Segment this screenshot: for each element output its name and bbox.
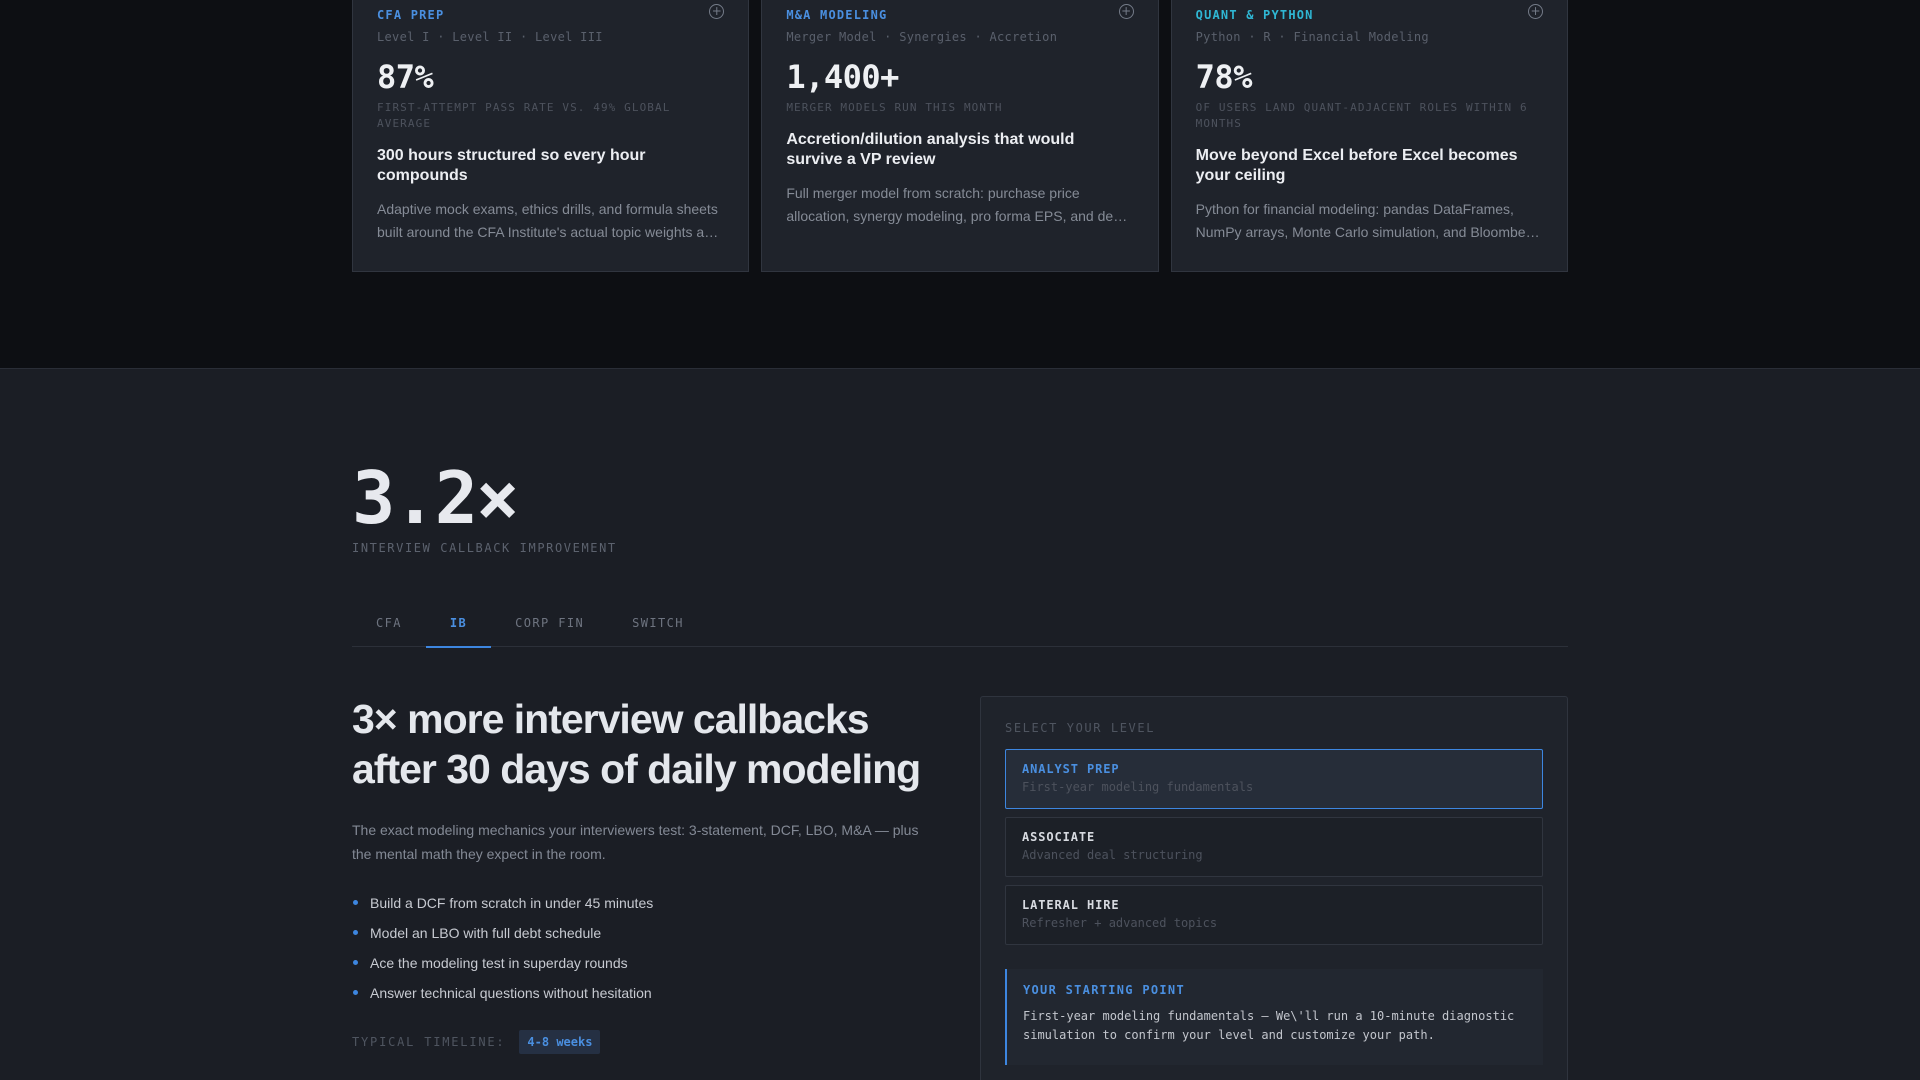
level-selector-panel: SELECT YOUR LEVEL ANALYST PREP First-yea…: [980, 696, 1568, 1080]
plus-circle-icon[interactable]: +: [1118, 4, 1134, 19]
card-ma-modeling[interactable]: + M&A MODELING Merger Model · Synergies …: [761, 0, 1159, 272]
tab-switch[interactable]: SWITCH: [608, 604, 708, 647]
level-description: Advanced deal structuring: [1022, 848, 1203, 862]
track-tabs: CFA IB CORP FIN SWITCH: [352, 604, 1568, 648]
callback-metric-value: 3.2×: [352, 456, 519, 540]
list-item: Model an LBO with full debt schedule: [352, 918, 653, 948]
card-title: Accretion/dilution analysis that would s…: [786, 131, 1075, 168]
top-band: + CFA PREP Level I · Level II · Level II…: [0, 0, 1920, 369]
tab-cfa[interactable]: CFA: [352, 604, 426, 647]
card-tag: M&A MODELING: [786, 8, 888, 22]
card-stat: 87%: [377, 58, 434, 96]
timeline-label: TYPICAL TIMELINE:: [352, 1035, 506, 1049]
card-cfa-prep[interactable]: + CFA PREP Level I · Level II · Level II…: [352, 0, 750, 272]
card-stat: 1,400+: [786, 58, 899, 96]
starting-point-text: First-year modeling fundamentals — We\'l…: [1023, 1009, 1515, 1042]
level-option-associate[interactable]: ASSOCIATE Advanced deal structuring: [1005, 817, 1543, 877]
level-name: LATERAL HIRE: [1022, 898, 1120, 912]
card-subtitle: Level I · Level II · Level III: [377, 30, 603, 44]
starting-point-callout: YOUR STARTING POINT First-year modeling …: [1005, 969, 1543, 1065]
tab-ib[interactable]: IB: [425, 604, 492, 648]
panel-label: SELECT YOUR LEVEL: [1005, 721, 1156, 735]
section-headline: 3× more interview callbacks after 30 day…: [352, 696, 921, 792]
card-description: Python for financial modeling: pandas Da…: [1195, 201, 1539, 240]
card-quant-python[interactable]: + QUANT & PYTHON Python · R · Financial …: [1170, 0, 1568, 272]
section-lead: The exact modeling mechanics your interv…: [352, 822, 919, 862]
card-description: Full merger model from scratch: purchase…: [786, 185, 1125, 224]
list-item: Ace the modeling test in superday rounds: [352, 948, 653, 978]
card-stat-label: OF USERS LAND QUANT-ADJACENT ROLES WITHI…: [1195, 101, 1528, 130]
card-subtitle: Merger Model · Synergies · Accretion: [786, 30, 1058, 44]
level-name: ANALYST PREP: [1022, 762, 1120, 776]
card-tag: CFA PREP: [377, 8, 445, 22]
starting-point-title: YOUR STARTING POINT: [1023, 983, 1185, 997]
level-description: Refresher + advanced topics: [1022, 916, 1218, 930]
timeline: TYPICAL TIMELINE: 4-8 weeks: [352, 1030, 601, 1054]
level-name: ASSOCIATE: [1022, 830, 1096, 844]
card-stat: 78%: [1195, 58, 1253, 96]
card-tag: QUANT & PYTHON: [1195, 8, 1314, 22]
card-stat-label: FIRST-ATTEMPT PASS RATE VS. 49% GLOBAL A…: [377, 101, 671, 130]
list-item: Answer technical questions without hesit…: [352, 978, 653, 1008]
level-description: First-year modeling fundamentals: [1022, 780, 1254, 794]
card-stat-label: MERGER MODELS RUN THIS MONTH: [786, 101, 1003, 114]
list-item: Build a DCF from scratch in under 45 min…: [352, 888, 653, 918]
benefit-list: Build a DCF from scratch in under 45 min…: [352, 888, 653, 1008]
card-title: 300 hours structured so every hour compo…: [377, 147, 646, 184]
card-description: Adaptive mock exams, ethics drills, and …: [377, 201, 720, 240]
level-option-lateral-hire[interactable]: LATERAL HIRE Refresher + advanced topics: [1005, 885, 1543, 945]
plus-circle-icon[interactable]: +: [1527, 4, 1543, 19]
tab-corp-fin[interactable]: CORP FIN: [491, 604, 608, 647]
level-option-analyst-prep[interactable]: ANALYST PREP First-year modeling fundame…: [1005, 749, 1543, 809]
timeline-badge: 4-8 weeks: [519, 1030, 601, 1054]
card-title: Move beyond Excel before Excel becomes y…: [1195, 147, 1518, 184]
card-subtitle: Python · R · Financial Modeling: [1195, 30, 1429, 44]
callback-metric-label: INTERVIEW CALLBACK IMPROVEMENT: [352, 541, 617, 555]
feature-cards: + CFA PREP Level I · Level II · Level II…: [352, 0, 1568, 272]
